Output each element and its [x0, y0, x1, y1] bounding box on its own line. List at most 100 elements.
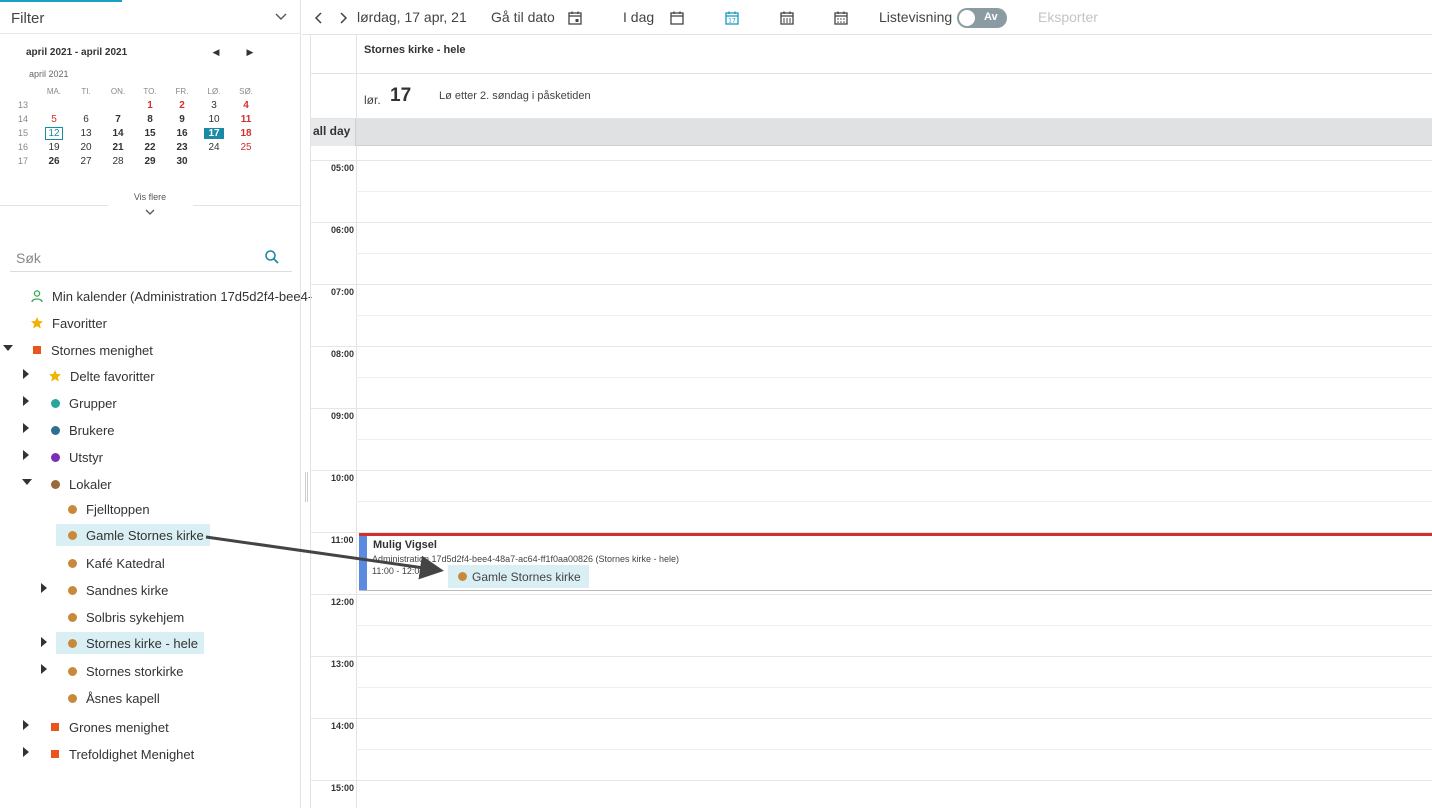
calendar-day[interactable]: 5 [38, 113, 70, 126]
calendar-day[interactable]: 22 [134, 141, 166, 154]
chevron-left-icon[interactable] [311, 10, 327, 26]
next-month-icon[interactable]: ▶ [244, 46, 256, 58]
expand-caret-icon[interactable] [23, 747, 29, 757]
sidebar-resize-handle[interactable] [305, 472, 308, 502]
calendar-day[interactable]: 9 [166, 113, 198, 126]
calendar-day[interactable]: 20 [70, 141, 102, 154]
chevron-right-icon[interactable] [335, 10, 351, 26]
collapse-caret-icon[interactable] [3, 345, 13, 351]
collapse-caret-icon[interactable] [22, 479, 32, 485]
expand-caret-icon[interactable] [23, 450, 29, 460]
tree-item-groups[interactable]: Grupper [51, 392, 121, 414]
calendar-day[interactable]: 14 [102, 127, 134, 140]
calendar-goto-icon[interactable] [567, 10, 583, 26]
all-day-row[interactable]: all day [311, 119, 1432, 146]
calendar-day[interactable]: 6 [70, 113, 102, 126]
weekday-header: SØ. [239, 86, 253, 96]
calendar-day[interactable]: 17 [198, 127, 230, 140]
tree-item-stornes-menighet[interactable]: Stornes menighet [33, 339, 157, 361]
tree-item-kafe-katedral[interactable]: Kafé Katedral [68, 552, 169, 574]
show-more[interactable]: Vis flere [0, 190, 300, 220]
today-button[interactable]: I dag [623, 9, 654, 25]
week-number: 15 [18, 128, 29, 138]
calendar-day [38, 99, 70, 112]
day-number[interactable]: 17 [390, 85, 411, 107]
tree-item-venues[interactable]: Lokaler [51, 473, 116, 495]
calendar-event[interactable]: Mulig Vigsel Administration 17d5d2f4-bee… [359, 533, 1432, 591]
calendar-day[interactable]: 29 [134, 155, 166, 168]
tree-item-favorites[interactable]: Favoritter [30, 312, 111, 334]
calendar-day[interactable]: 3 [198, 99, 230, 112]
goto-date-button[interactable]: Gå til dato [491, 9, 555, 25]
hour-line [356, 718, 1432, 719]
calendar-day[interactable]: 25 [230, 141, 262, 154]
calendar-today-icon[interactable] [669, 10, 685, 26]
calendar-day[interactable]: 8 [134, 113, 166, 126]
expand-caret-icon[interactable] [23, 423, 29, 433]
calendar-day[interactable]: 4 [230, 99, 262, 112]
tree-item-label: Lokaler [69, 476, 112, 492]
expand-caret-icon[interactable] [41, 637, 47, 647]
calendar-day[interactable]: 13 [70, 127, 102, 140]
calendar-day[interactable]: 24 [198, 141, 230, 154]
divider [0, 205, 108, 206]
tree-item-trefoldighet-menighet[interactable]: Trefoldighet Menighet [51, 743, 198, 765]
tree-item-grones-menighet[interactable]: Grones menighet [51, 716, 173, 738]
half-hour-line [356, 439, 1432, 440]
calendar-day[interactable]: 27 [70, 155, 102, 168]
tree-item-my-calendar[interactable]: Min kalender (Administration 17d5d2f4-be… [30, 285, 316, 307]
tree-item-shared-favorites[interactable]: Delte favoritter [48, 365, 159, 387]
expand-caret-icon[interactable] [41, 583, 47, 593]
filter-dropdown[interactable]: Filter [0, 2, 300, 34]
search-input[interactable] [16, 248, 246, 268]
tree-item-equipment[interactable]: Utstyr [51, 446, 107, 468]
tree-item-label: Stornes menighet [51, 342, 153, 358]
week-number: 16 [18, 142, 29, 152]
calendar-day [198, 155, 230, 168]
day-view-icon[interactable]: 17 [724, 10, 740, 26]
tree-item-asnes-kapell[interactable]: Åsnes kapell [68, 687, 164, 709]
event-time: 11:00 - 12:00 [372, 566, 425, 576]
calendar-day[interactable]: 11 [230, 113, 262, 126]
search-icon[interactable] [264, 249, 280, 265]
tree-item-stornes-storkirke[interactable]: Stornes storkirke [68, 660, 188, 682]
calendar-day[interactable]: 2 [166, 99, 198, 112]
expand-caret-icon[interactable] [23, 396, 29, 406]
tree-item-label: Trefoldighet Menighet [69, 746, 195, 762]
calendar-day [70, 99, 102, 112]
hour-line [356, 408, 1432, 409]
tree-item-users[interactable]: Brukere [51, 419, 119, 441]
expand-caret-icon[interactable] [23, 369, 29, 379]
calendar-day[interactable]: 30 [166, 155, 198, 168]
calendar-day[interactable]: 19 [38, 141, 70, 154]
week-view-icon[interactable] [779, 10, 795, 26]
list-view-toggle[interactable]: Av [957, 8, 1007, 28]
calendar-day[interactable]: 16 [166, 127, 198, 140]
calendar-day[interactable]: 26 [38, 155, 70, 168]
calendar-day[interactable]: 7 [102, 113, 134, 126]
prev-month-icon[interactable]: ◀ [210, 46, 222, 58]
tree-item-fjelltoppen[interactable]: Fjelltoppen [68, 498, 154, 520]
tree-item-sandnes-kirke[interactable]: Sandnes kirke [68, 579, 172, 601]
calendar-day[interactable]: 12 [38, 126, 70, 140]
calendar-day[interactable]: 1 [134, 99, 166, 112]
month-view-icon[interactable] [833, 10, 849, 26]
gutter-hour-line [311, 594, 356, 595]
tree-item-stornes-kirke-hele[interactable]: Stornes kirke - hele [56, 632, 204, 654]
calendar-day[interactable]: 23 [166, 141, 198, 154]
calendar-day[interactable]: 10 [198, 113, 230, 126]
calendar-day[interactable]: 21 [102, 141, 134, 154]
calendar-day-number: 20 [80, 141, 92, 153]
calendar-day[interactable]: 18 [230, 127, 262, 140]
export-button[interactable]: Eksporter [1038, 9, 1098, 25]
expand-caret-icon[interactable] [23, 720, 29, 730]
tree-item-solbris-sykehjem[interactable]: Solbris sykehjem [68, 606, 188, 628]
time-grid[interactable]: 05:00 06:00 07:00 08:00 09:00 10:00 11:00 12:00… [311, 146, 1432, 808]
half-hour-line [356, 687, 1432, 688]
expand-caret-icon[interactable] [41, 664, 47, 674]
tree-item-gamle-stornes-kirke[interactable]: Gamle Stornes kirke [56, 524, 210, 546]
calendar-day[interactable]: 15 [134, 127, 166, 140]
event-subtitle: Administration 17d5d2f4-bee4-48a7-ac64-f… [372, 554, 680, 564]
gutter-hour-line [311, 470, 356, 471]
calendar-day[interactable]: 28 [102, 155, 134, 168]
